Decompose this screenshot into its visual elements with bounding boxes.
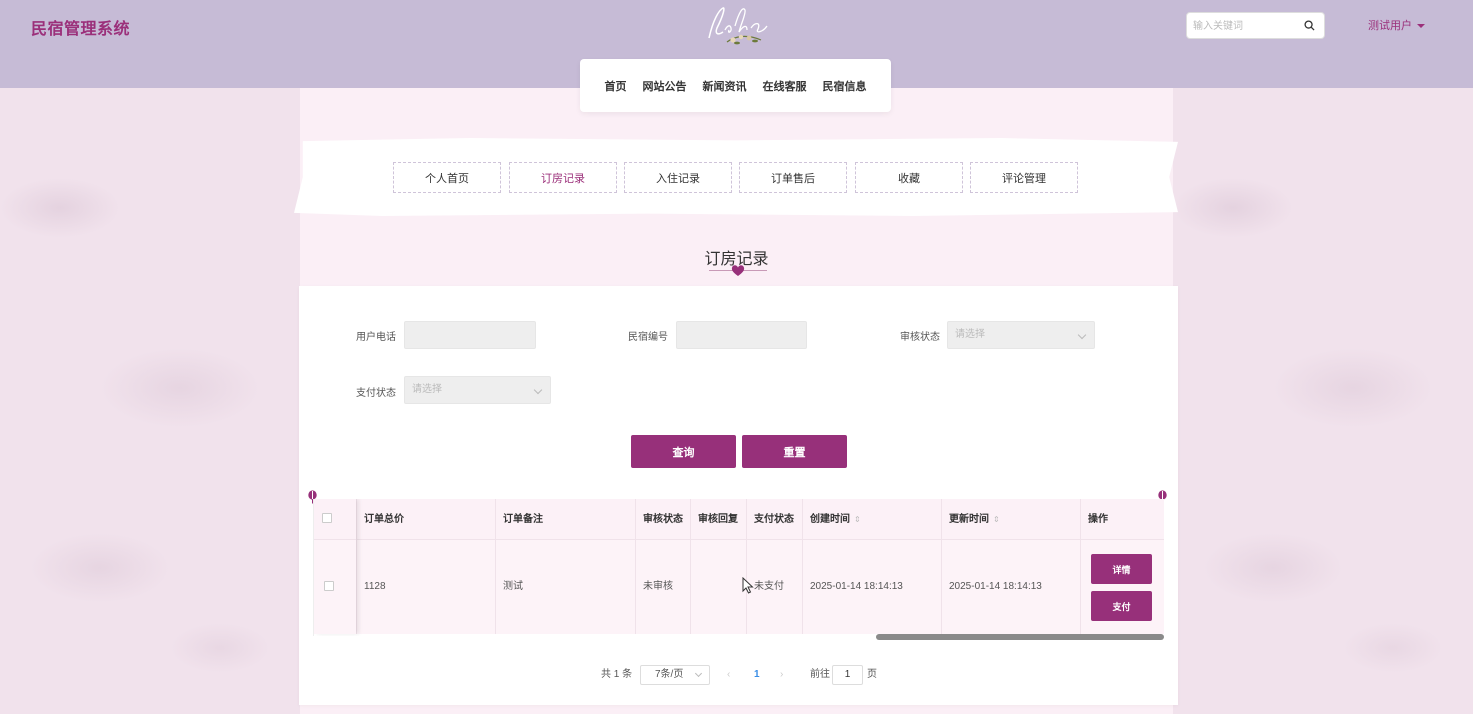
column-header-audit-status: 审核状态	[643, 514, 683, 525]
logo-icon[interactable]	[703, 2, 771, 48]
tab-favorites[interactable]: 收藏	[855, 162, 963, 193]
page-size-value: 7条/页	[655, 669, 684, 680]
user-menu[interactable]: 测试用户	[1368, 17, 1425, 33]
tab-comments[interactable]: 评论管理	[970, 162, 1078, 193]
mouse-cursor-icon	[742, 577, 754, 594]
pay-button[interactable]: 支付	[1091, 591, 1152, 621]
user-name: 测试用户	[1368, 20, 1412, 32]
nav-item-announcements[interactable]: 网站公告	[643, 78, 687, 94]
nav-item-online-service[interactable]: 在线客服	[763, 78, 807, 94]
tab-after-sales[interactable]: 订单售后	[739, 162, 847, 193]
nav-item-home[interactable]: 首页	[605, 78, 627, 94]
tab-booking-records[interactable]: 订房记录	[509, 162, 617, 193]
site-title[interactable]: 民宿管理系统	[31, 15, 130, 39]
page-size-select[interactable]: 7条/页	[640, 665, 710, 685]
search-icon[interactable]	[1304, 20, 1315, 31]
main-nav: 首页 网站公告 新闻资讯 在线客服 民宿信息	[580, 59, 891, 112]
tab-checkin-records[interactable]: 入住记录	[624, 162, 732, 193]
homestay-no-input[interactable]	[676, 321, 807, 349]
chevron-down-icon	[533, 385, 543, 395]
column-header-created[interactable]: 创建时间 ⇕	[802, 499, 861, 540]
column-header-updated[interactable]: 更新时间 ⇕	[941, 499, 1000, 540]
cell-created: 2025-01-14 18:14:13	[810, 581, 903, 592]
cell-remark: 测试	[503, 581, 523, 592]
phone-label: 用户电话	[356, 332, 396, 343]
nav-item-news[interactable]: 新闻资讯	[703, 78, 747, 94]
chevron-down-icon	[1077, 330, 1087, 340]
nav-item-homestay-info[interactable]: 民宿信息	[823, 78, 867, 94]
reset-button[interactable]: 重置	[742, 435, 847, 468]
column-header-pay-status: 支付状态	[754, 514, 794, 525]
goto-page-input[interactable]: 1	[832, 665, 863, 685]
page-unit-label: 页	[867, 669, 877, 680]
phone-input[interactable]	[404, 321, 536, 349]
search-input[interactable]	[1193, 17, 1301, 35]
page-number-current[interactable]: 1	[754, 665, 760, 685]
chevron-down-icon	[694, 669, 703, 678]
column-header-actions: 操作	[1088, 514, 1108, 525]
pay-status-placeholder: 请选择	[412, 384, 442, 395]
table-header-row	[314, 499, 1164, 540]
query-button[interactable]: 查询	[631, 435, 736, 468]
horizontal-scrollbar[interactable]	[876, 634, 1164, 640]
caret-down-icon	[1417, 24, 1425, 29]
background-floral-left	[0, 88, 300, 714]
prev-page-icon[interactable]: ‹	[727, 665, 730, 685]
column-header-total: 订单总价	[364, 514, 404, 525]
cell-audit-reply	[690, 540, 698, 634]
heart-icon	[731, 265, 745, 276]
search-box[interactable]	[1186, 12, 1325, 39]
cell-updated: 2025-01-14 18:14:13	[949, 581, 1042, 592]
tab-profile[interactable]: 个人首页	[393, 162, 501, 193]
fixed-column-shadow	[314, 499, 356, 634]
background-floral-right	[1173, 88, 1473, 714]
sort-icon[interactable]: ⇕	[993, 499, 1000, 540]
pay-status-label: 支付状态	[356, 388, 396, 399]
cell-total: 1128	[364, 581, 386, 592]
column-header-audit-reply: 审核回复	[698, 514, 738, 525]
sort-icon[interactable]: ⇕	[854, 499, 861, 540]
pay-status-select[interactable]: 请选择	[404, 376, 551, 404]
orders-table: 订单总价 订单备注 审核状态 审核回复 支付状态 创建时间 ⇕ 更新时间 ⇕ 操作 …	[313, 499, 1164, 636]
audit-status-placeholder: 请选择	[955, 329, 985, 340]
updated-header-label: 更新时间	[949, 514, 989, 525]
column-header-remark: 订单备注	[503, 514, 543, 525]
cell-audit-status: 未审核	[643, 581, 673, 592]
pagination-total: 共 1 条	[601, 669, 633, 680]
goto-label: 前往	[810, 669, 830, 680]
audit-status-label: 审核状态	[900, 332, 940, 343]
next-page-icon[interactable]: ›	[780, 665, 783, 685]
audit-status-select[interactable]: 请选择	[947, 321, 1095, 349]
created-header-label: 创建时间	[810, 514, 850, 525]
detail-button[interactable]: 详情	[1091, 554, 1152, 584]
homestay-no-label: 民宿编号	[628, 332, 668, 343]
